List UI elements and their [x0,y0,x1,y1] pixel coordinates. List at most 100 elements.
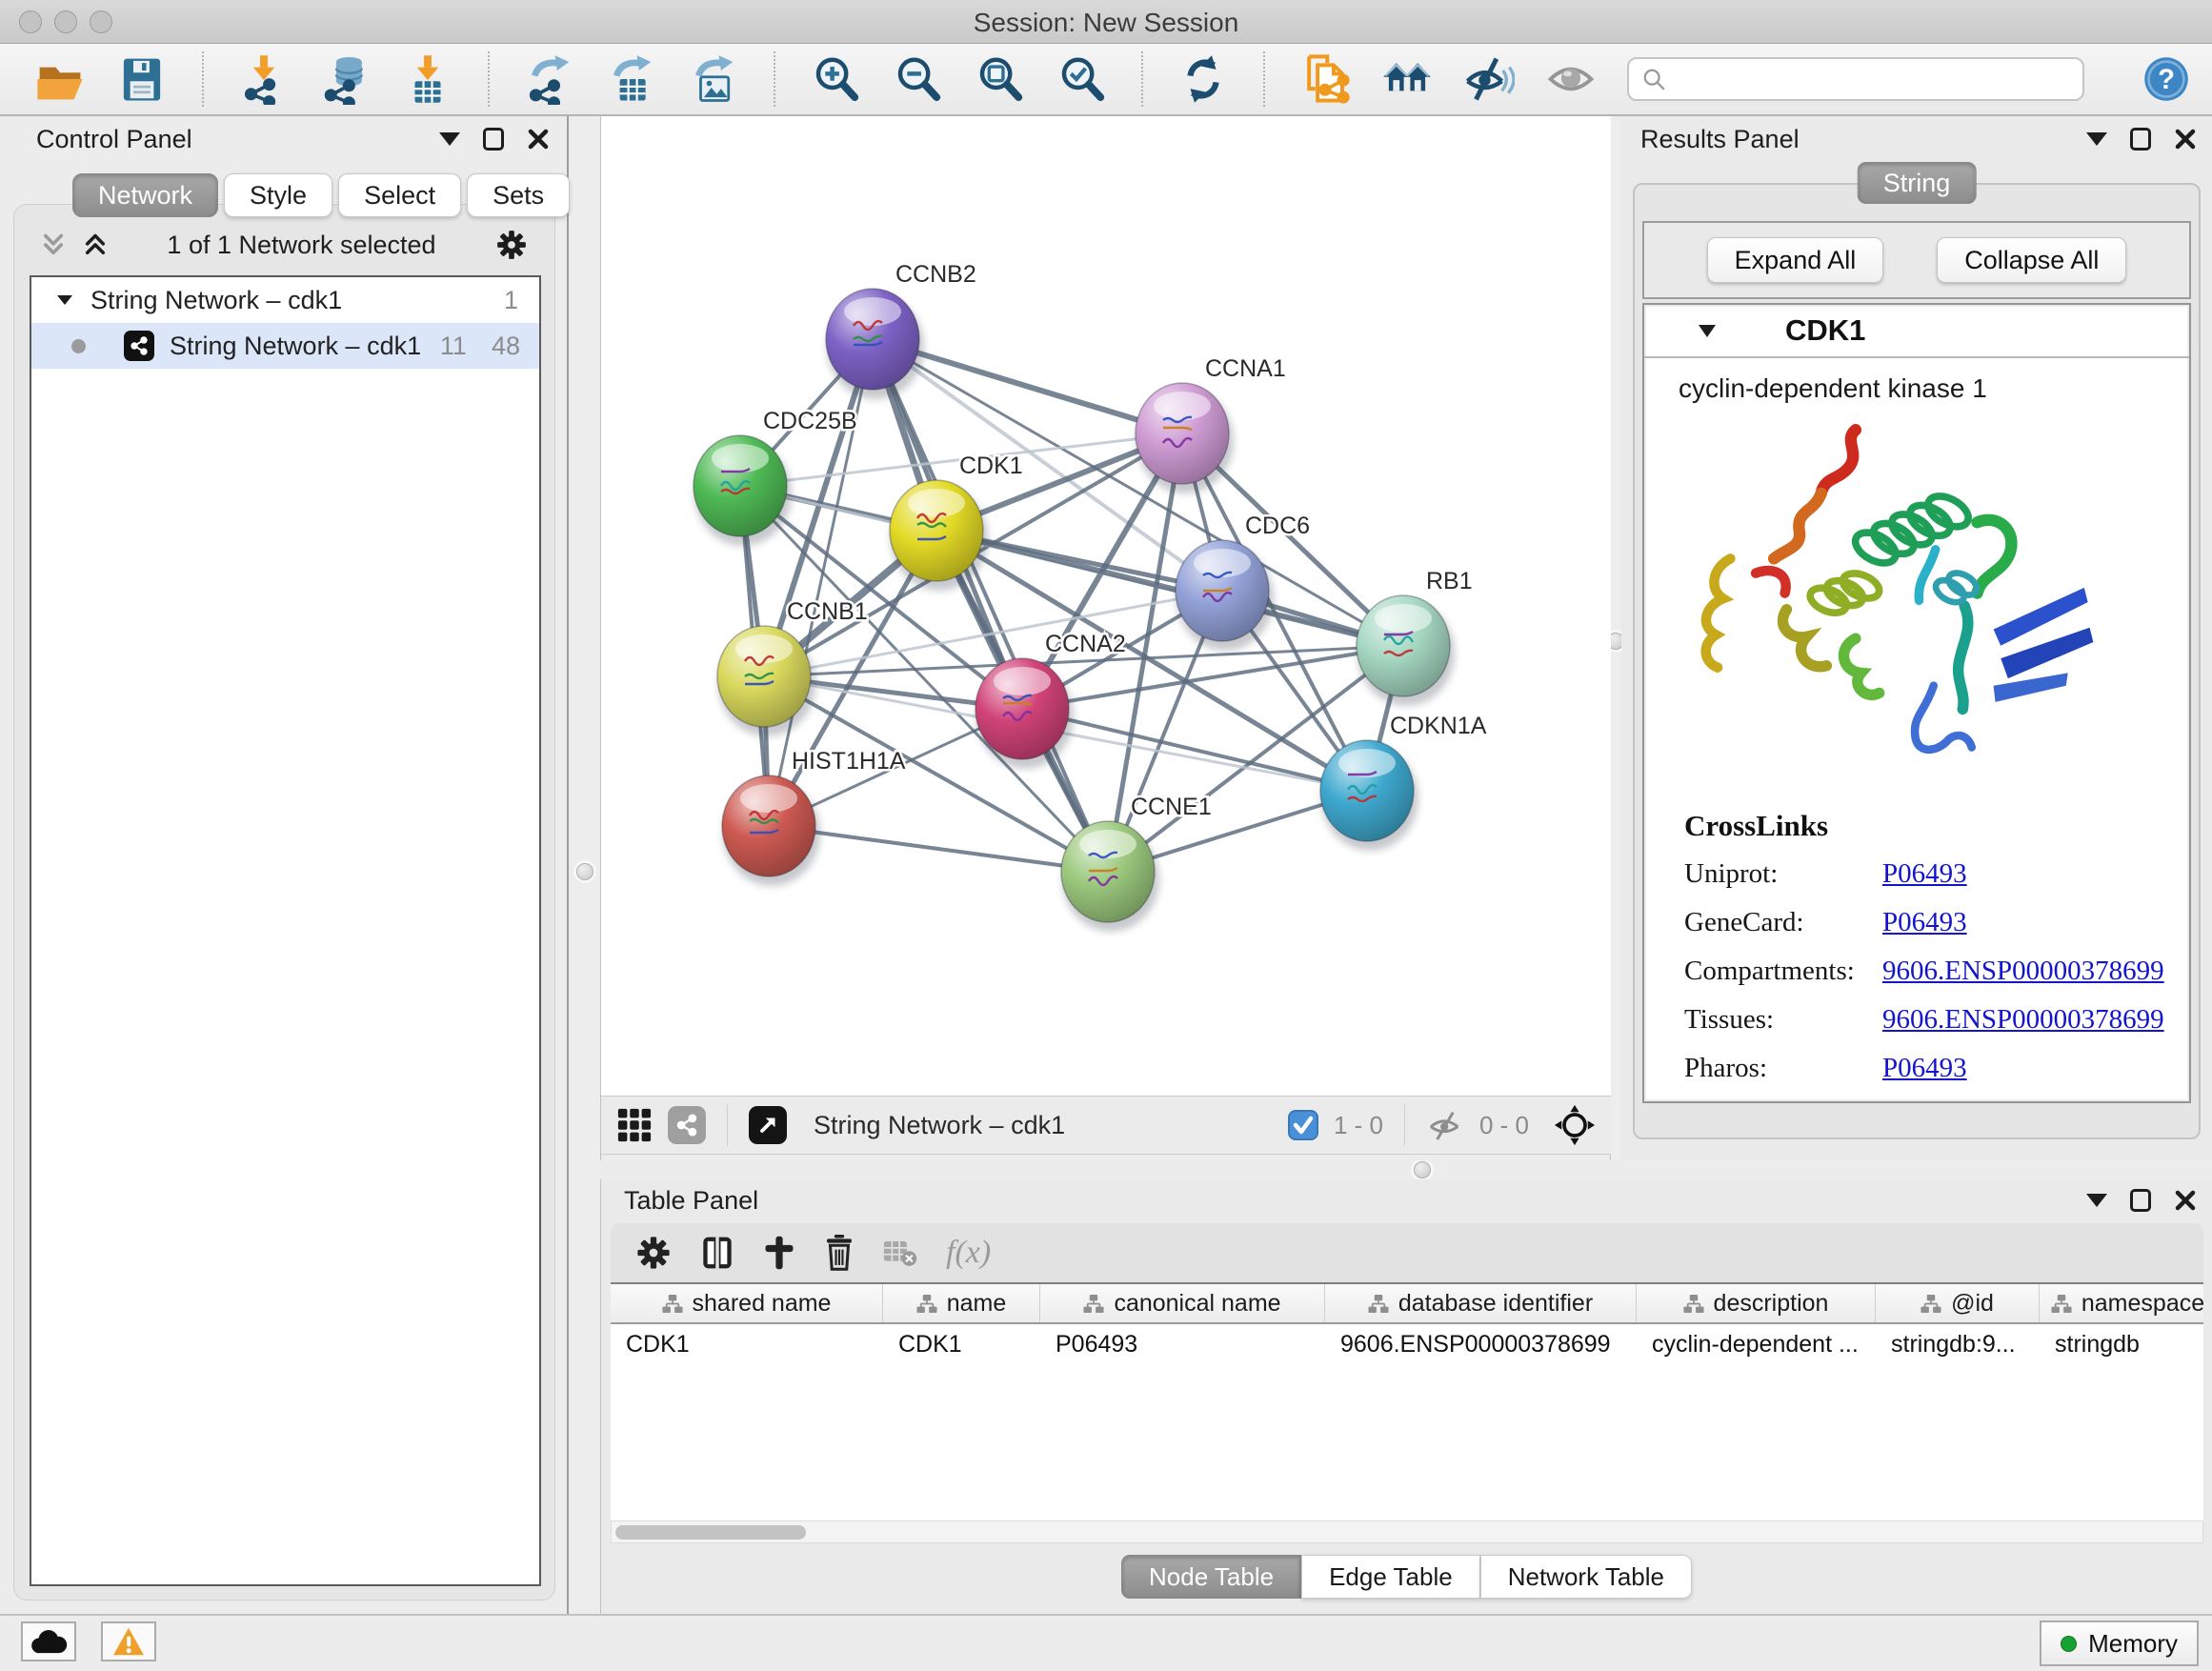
table-horizontal-scrollbar[interactable] [611,1520,2203,1543]
column-header--id[interactable]: @id [1876,1284,2040,1322]
warnings-button[interactable] [101,1621,156,1661]
hidden-eye-icon[interactable] [1426,1109,1464,1141]
search-box[interactable] [1627,57,2084,101]
tab-network-table[interactable]: Network Table [1480,1555,1692,1599]
scrollbar-thumb[interactable] [615,1525,806,1540]
zoom-in-icon[interactable] [810,53,861,105]
zoom-selected-icon[interactable] [1056,53,1107,105]
tab-style[interactable]: Style [224,173,332,217]
expand-all-icon[interactable] [83,232,108,257]
save-session-icon[interactable] [116,53,168,105]
splitter-handle[interactable] [1414,1161,1431,1178]
table-settings-gear-icon[interactable] [635,1235,672,1271]
crosslink-label: Uniprot: [1684,858,1882,890]
delete-column-icon[interactable] [824,1235,855,1271]
memory-button[interactable]: Memory [2040,1621,2199,1666]
network-edge[interactable] [936,531,1403,646]
column-header-namespace[interactable]: namespace [2040,1284,2203,1322]
open-in-browser-icon[interactable] [749,1106,787,1144]
collapse-entry-icon[interactable] [1698,323,1717,339]
import-database-icon[interactable] [320,53,372,105]
tree-expand-icon[interactable] [56,292,73,308]
network-row-selected[interactable]: String Network – cdk1 11 48 [31,323,539,369]
splitter-handle[interactable] [576,863,593,880]
panel-menu-icon[interactable] [439,132,460,146]
birdseye-view-icon[interactable] [1554,1104,1596,1146]
horizontal-splitter[interactable] [600,1160,2212,1179]
tab-select[interactable]: Select [338,173,461,217]
show-columns-icon[interactable] [700,1235,734,1271]
crosslink-label: Tissues: [1684,1004,1882,1036]
column-header-database-identifier[interactable]: database identifier [1325,1284,1637,1322]
zoom-out-icon[interactable] [892,53,943,105]
crosslink-compartments-link[interactable]: 9606.ENSP00000378699 [1882,956,2164,987]
export-table-icon[interactable] [606,53,657,105]
tab-sets[interactable]: Sets [467,173,570,217]
table-cell[interactable]: P06493 [1040,1324,1325,1364]
table-cell[interactable]: CDK1 [883,1324,1040,1364]
string-network-badge-icon[interactable] [668,1106,706,1144]
tab-node-table[interactable]: Node Table [1121,1555,1301,1599]
help-button[interactable]: ? [2142,54,2191,104]
network-node-CCNB1[interactable]: CCNB1 [717,598,868,736]
refresh-view-icon[interactable] [1177,53,1229,105]
collapse-all-button[interactable]: Collapse All [1937,237,2126,283]
column-header-description[interactable]: description [1637,1284,1876,1322]
table-cell[interactable]: stringdb:9... [1876,1324,2040,1364]
crosslink-tissues-link[interactable]: 9606.ENSP00000378699 [1882,1004,2164,1036]
table-cell[interactable]: CDK1 [611,1324,883,1364]
table-cell[interactable]: stringdb [2040,1324,2203,1364]
network-node-CDKN1A[interactable]: CDKN1A [1320,713,1487,851]
tab-string[interactable]: String [1858,162,1977,204]
selected-checkbox-icon[interactable] [1288,1110,1318,1140]
column-header-canonical-name[interactable]: canonical name [1040,1284,1325,1322]
panel-menu-icon[interactable] [2086,132,2107,146]
import-table-icon[interactable] [402,53,453,105]
table-cell[interactable]: 9606.ENSP00000378699 [1325,1324,1637,1364]
float-panel-icon[interactable] [2130,128,2151,151]
open-file-icon[interactable] [34,53,86,105]
table-cell[interactable]: cyclin-dependent ... [1637,1324,1876,1364]
vertical-splitter-right[interactable] [1610,116,1621,1160]
cloud-status-button[interactable] [21,1621,76,1661]
column-header-name[interactable]: name [883,1284,1040,1322]
crosslink-genecard-link[interactable]: P06493 [1882,907,1967,938]
search-input[interactable] [1675,65,2069,94]
zoom-fit-icon[interactable] [974,53,1025,105]
table-row[interactable]: CDK1CDK1P064939606.ENSP00000378699cyclin… [611,1324,2203,1364]
crosslink-pharos-link[interactable]: P06493 [1882,1053,1967,1084]
expand-all-button[interactable]: Expand All [1707,237,1884,283]
float-panel-icon[interactable] [2130,1189,2151,1212]
network-collection-row[interactable]: String Network – cdk1 1 [31,277,539,323]
import-network-icon[interactable] [238,53,290,105]
string-homes-icon[interactable] [1381,53,1433,105]
network-canvas[interactable]: CCNB2 CCNA1 CDC25B CDK1 CDC6 RB1 CCNB1 C… [601,116,1611,1096]
create-column-icon[interactable] [763,1235,795,1271]
document-share-icon[interactable] [1299,53,1351,105]
tab-network[interactable]: Network [72,173,218,217]
network-node-CCNA1[interactable]: CCNA1 [1136,355,1286,493]
eye-sphere-icon[interactable] [1545,53,1597,105]
export-network-icon[interactable] [524,53,575,105]
hide-panel-icon[interactable] [1463,53,1515,105]
vertical-splitter-left[interactable] [571,116,600,1614]
network-manager: 1 of 1 Network selected [13,204,555,1601]
close-panel-icon[interactable] [2174,1189,2197,1212]
network-node-HIST1H1A[interactable]: HIST1H1A [722,748,906,886]
close-panel-icon[interactable] [527,128,550,151]
column-header-shared-name[interactable]: shared name [611,1284,883,1322]
export-image-icon[interactable] [688,53,739,105]
tab-edge-table[interactable]: Edge Table [1301,1555,1480,1599]
float-panel-icon[interactable] [483,128,504,151]
network-options-gear-icon[interactable] [495,229,528,261]
network-node-CCNB2[interactable]: CCNB2 [826,261,976,399]
panel-menu-icon[interactable] [2086,1194,2107,1207]
close-panel-icon[interactable] [2174,128,2197,151]
network-edge[interactable] [873,339,1108,872]
network-node-RB1[interactable]: RB1 [1357,568,1473,706]
crosslink-uniprot-link[interactable]: P06493 [1882,858,1967,890]
toolbar-separator [774,51,775,107]
memory-status-dot [2061,1636,2077,1652]
grid-view-icon[interactable] [616,1107,653,1143]
collapse-all-icon[interactable] [41,232,66,257]
